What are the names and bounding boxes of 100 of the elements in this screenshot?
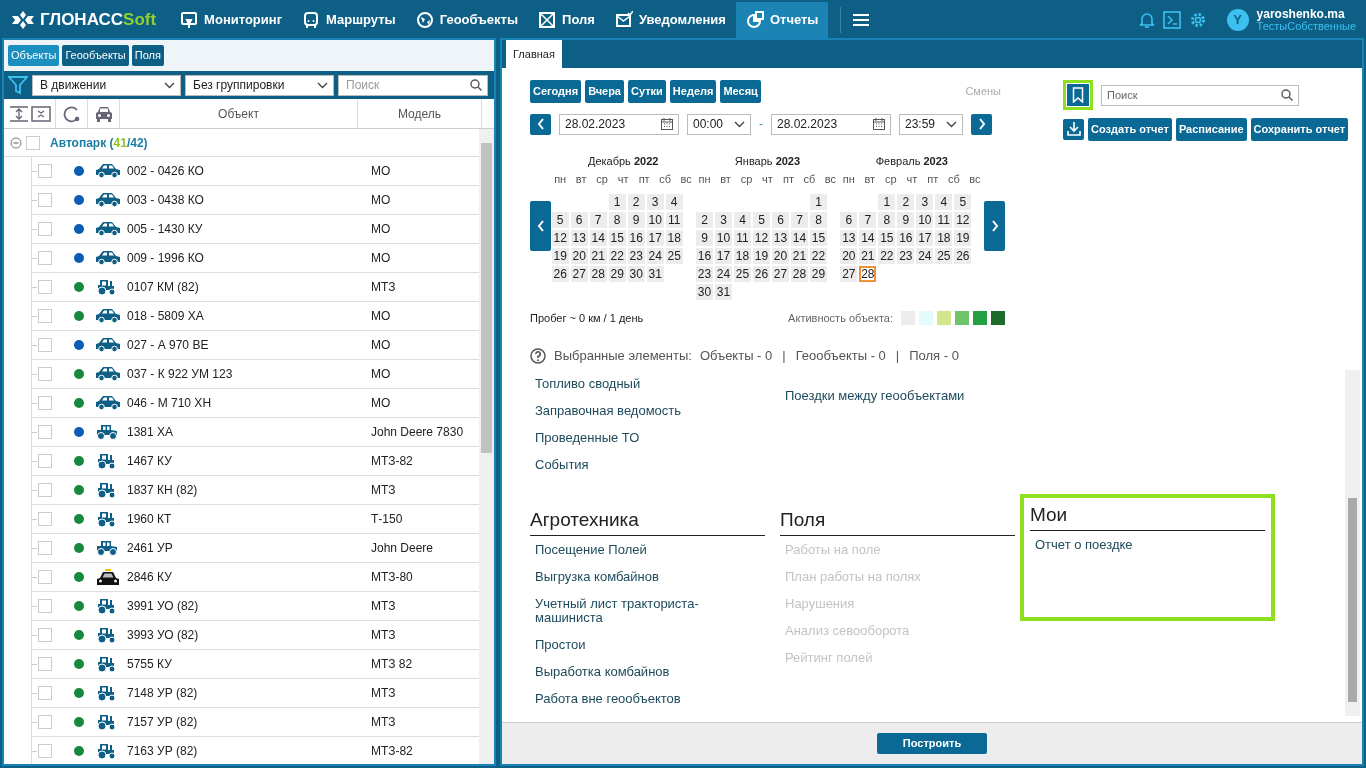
- calendar-day[interactable]: 31: [646, 265, 664, 282]
- calendar-day[interactable]: 8: [608, 211, 626, 228]
- calendar-day[interactable]: 29: [810, 265, 827, 282]
- panel-tab[interactable]: Главная: [506, 39, 562, 68]
- calendar-day[interactable]: 28: [589, 265, 607, 282]
- scrollbar[interactable]: [479, 129, 494, 764]
- nav-tab[interactable]: Мониторинг: [170, 2, 293, 38]
- calendar-day[interactable]: 4: [665, 193, 683, 210]
- report-link[interactable]: Заправочная ведомость: [530, 400, 765, 428]
- calendar-day[interactable]: 7: [791, 211, 808, 228]
- checkbox[interactable]: [38, 483, 52, 497]
- date-field[interactable]: 28.02.2023: [771, 113, 891, 135]
- checkbox[interactable]: [38, 425, 52, 439]
- calendar-day[interactable]: 21: [859, 247, 877, 264]
- report-link[interactable]: Отчет о поездке: [1030, 535, 1265, 562]
- calendar-day[interactable]: 9: [696, 229, 713, 246]
- calendar-day[interactable]: 13: [772, 229, 789, 246]
- calendar-day[interactable]: 5: [753, 211, 770, 228]
- checkbox[interactable]: [38, 396, 52, 410]
- calendar-day[interactable]: 25: [734, 265, 751, 282]
- calendar-day[interactable]: 24: [715, 265, 732, 282]
- period-button[interactable]: Сутки: [628, 80, 666, 103]
- calendar-day[interactable]: 11: [665, 211, 683, 228]
- calendar-day[interactable]: 6: [570, 211, 588, 228]
- calendar-day[interactable]: 5: [551, 211, 569, 228]
- panel-tab[interactable]: Геообъекты: [62, 45, 129, 66]
- calendar-day[interactable]: 21: [589, 247, 607, 264]
- calendar-day[interactable]: 25: [665, 247, 683, 264]
- calendar-day[interactable]: 26: [551, 265, 569, 282]
- calendar-day[interactable]: 28: [859, 265, 877, 282]
- calendar-day[interactable]: 14: [589, 229, 607, 246]
- previous-button[interactable]: [530, 113, 551, 135]
- terminal-icon[interactable]: [1162, 11, 1181, 29]
- checkbox[interactable]: [38, 715, 52, 729]
- time-select[interactable]: 00:00: [687, 113, 751, 135]
- calendar-day[interactable]: 2: [627, 193, 645, 210]
- calendar-day[interactable]: 17: [715, 247, 732, 264]
- calendar-day[interactable]: 19: [753, 247, 770, 264]
- calendar-day[interactable]: 15: [810, 229, 827, 246]
- panel-tab[interactable]: Объекты: [8, 45, 60, 66]
- menu-icon[interactable]: [853, 13, 870, 27]
- nav-tab[interactable]: Маршруты: [292, 2, 406, 38]
- report-link[interactable]: Выгрузка комбайнов: [530, 567, 765, 594]
- calendar-day[interactable]: 27: [570, 265, 588, 282]
- checkbox[interactable]: [38, 657, 52, 671]
- calendar-day[interactable]: 25: [935, 247, 953, 264]
- calendar-day[interactable]: 12: [551, 229, 569, 246]
- calendar-day[interactable]: 9: [897, 211, 915, 228]
- report-link[interactable]: Простои: [530, 635, 765, 662]
- calendar-day[interactable]: 30: [627, 265, 645, 282]
- calendar-day[interactable]: 27: [772, 265, 789, 282]
- calendar-day[interactable]: 6: [840, 211, 858, 228]
- calendar-day[interactable]: 22: [608, 247, 626, 264]
- calendar-day[interactable]: 15: [878, 229, 896, 246]
- grouping-select[interactable]: Без группировки: [185, 74, 334, 96]
- calendar-day[interactable]: 3: [646, 193, 664, 210]
- column-header[interactable]: Объект: [120, 99, 358, 128]
- checkbox[interactable]: [38, 541, 52, 555]
- checkbox[interactable]: [38, 744, 52, 758]
- nav-tab[interactable]: Уведомления: [604, 2, 736, 38]
- calendar-day[interactable]: 10: [715, 229, 732, 246]
- calendar-day[interactable]: 13: [840, 229, 858, 246]
- action-button[interactable]: Создать отчет: [1088, 118, 1172, 141]
- period-button[interactable]: Месяц: [720, 80, 761, 103]
- checkbox[interactable]: [38, 309, 52, 323]
- report-link[interactable]: Топливо сводный: [530, 373, 765, 401]
- calendar-day[interactable]: 12: [753, 229, 770, 246]
- calendar-day[interactable]: 18: [935, 229, 953, 246]
- calendar-day[interactable]: 7: [859, 211, 877, 228]
- calendar-day[interactable]: 10: [916, 211, 934, 228]
- calendar-day[interactable]: 8: [810, 211, 827, 228]
- time-select[interactable]: 23:59: [899, 113, 963, 135]
- calendar-day[interactable]: 30: [696, 283, 713, 300]
- checkbox[interactable]: [38, 454, 52, 468]
- download-button[interactable]: [1063, 118, 1084, 140]
- calendar-day[interactable]: 23: [696, 265, 713, 282]
- bookmark-button[interactable]: [1063, 80, 1093, 110]
- calendar-day[interactable]: 20: [772, 247, 789, 264]
- filter-icon[interactable]: [8, 75, 28, 95]
- calendar-day[interactable]: 6: [772, 211, 789, 228]
- next-button[interactable]: [971, 113, 992, 135]
- calendar-day[interactable]: 4: [935, 193, 953, 210]
- period-button[interactable]: Неделя: [669, 80, 717, 103]
- calendar-day[interactable]: 14: [859, 229, 877, 246]
- calendar-day[interactable]: 1: [810, 193, 827, 210]
- calendar-day[interactable]: 1: [878, 193, 896, 210]
- calendar-day[interactable]: 24: [646, 247, 664, 264]
- search-field[interactable]: Поиск: [1101, 84, 1299, 106]
- calendar-day[interactable]: 9: [627, 211, 645, 228]
- report-link[interactable]: Учетный лист тракториста-машиниста: [530, 594, 765, 635]
- nav-tab[interactable]: Геообъекты: [405, 2, 529, 38]
- calendar-day[interactable]: 22: [878, 247, 896, 264]
- calendar-day[interactable]: 22: [810, 247, 827, 264]
- calendar-day[interactable]: 2: [696, 211, 713, 228]
- calendar-day[interactable]: 23: [897, 247, 915, 264]
- calendar-day[interactable]: 11: [935, 211, 953, 228]
- checkbox[interactable]: [38, 367, 52, 381]
- checkbox[interactable]: [38, 164, 52, 178]
- calendar-day[interactable]: 20: [840, 247, 858, 264]
- next-month-button[interactable]: [984, 201, 1005, 251]
